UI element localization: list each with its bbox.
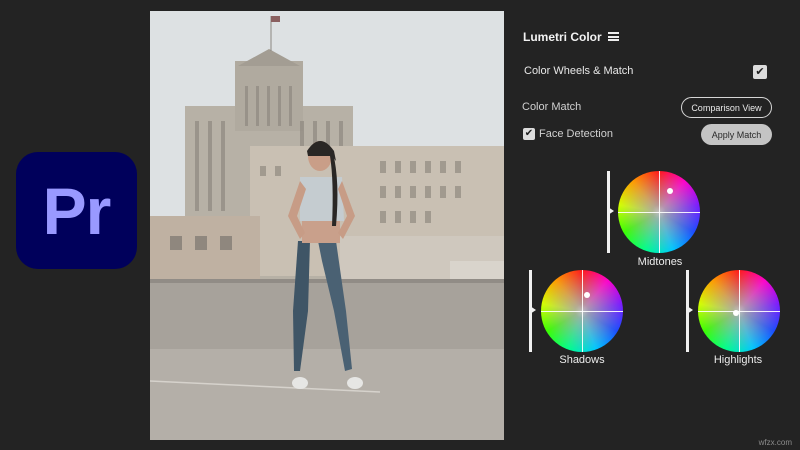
face-detection-label: Face Detection [539,128,613,140]
highlights-label: Highlights [713,354,763,366]
highlights-wheel-puck[interactable] [733,310,739,316]
color-match-label: Color Match [522,101,582,113]
hamburger-menu-icon[interactable] [608,32,619,41]
color-wheels-match-checkbox[interactable]: ✔ [753,65,767,79]
apply-match-button[interactable]: Apply Match [701,124,772,145]
panel-title: Lumetri Color [523,30,602,44]
lumetri-color-panel: Lumetri Color Color Wheels & Match ✔ Col… [510,18,790,438]
midtones-label: Midtones [637,256,683,268]
shadows-wheel-puck[interactable] [584,292,590,298]
midtones-color-wheel[interactable] [618,171,700,253]
color-wheels-match-label: Color Wheels & Match [524,65,634,77]
shadows-label: Shadows [559,354,605,366]
midtones-slider-handle[interactable] [608,207,614,215]
watermark: wfzx.com [758,438,792,447]
video-preview [150,11,504,440]
preview-image [150,11,504,440]
shadows-color-wheel[interactable] [541,270,623,352]
premiere-pro-logo: Pr [16,152,137,269]
comparison-view-button[interactable]: Comparison View [681,97,772,118]
check-icon: ✔ [755,65,765,78]
shadows-slider-handle[interactable] [530,306,536,314]
midtones-wheel-puck[interactable] [667,188,673,194]
face-detection-checkbox[interactable]: ✔ [523,128,535,140]
highlights-color-wheel[interactable] [698,270,780,352]
check-icon: ✔ [524,128,534,139]
logo-text: Pr [42,173,112,248]
highlights-slider-handle[interactable] [687,306,693,314]
